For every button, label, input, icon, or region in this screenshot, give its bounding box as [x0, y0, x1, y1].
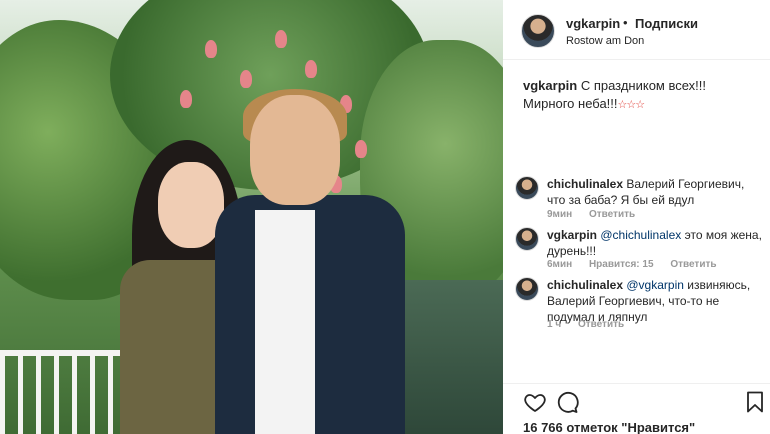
reply-button[interactable]: Ответить [589, 209, 635, 220]
author-avatar[interactable] [521, 14, 555, 48]
comment-username[interactable]: vgkarpin [547, 228, 597, 242]
comment-body: vgkarpin @chichulinalex это моя жена, ду… [547, 227, 762, 259]
comment-item: vgkarpin @chichulinalex это моя жена, ду… [515, 227, 765, 272]
post-header: vgkarpin • Подписки Rostow am Don [503, 0, 770, 60]
comment-body: chichulinalex @vgkarpin извиняюсь, Валер… [547, 277, 762, 325]
commenter-avatar[interactable] [515, 176, 539, 200]
comment-item: chichulinalex @vgkarpin извиняюсь, Валер… [515, 277, 765, 332]
comment-time[interactable]: 1 ч [547, 319, 561, 330]
commenter-avatar[interactable] [515, 277, 539, 301]
post-location[interactable]: Rostow am Don [566, 35, 644, 47]
comment-meta: 6мин Нравится: 15 Ответить [547, 259, 731, 270]
bookmark-icon[interactable] [743, 390, 767, 414]
photo-person-man [215, 89, 405, 434]
blossom [305, 60, 317, 78]
post-caption: vgkarpin С праздником всех!!! Мирного не… [523, 77, 759, 114]
blossom [275, 30, 287, 48]
reply-button[interactable]: Ответить [578, 319, 624, 330]
header-separator: • [623, 15, 628, 30]
comment-meta: 1 ч Ответить [547, 319, 638, 330]
reply-button[interactable]: Ответить [670, 259, 716, 270]
post-photo[interactable] [0, 0, 503, 434]
caption-emoji: ☆☆☆ [617, 99, 646, 111]
comment-icon[interactable] [555, 390, 579, 414]
comment-username[interactable]: chichulinalex [547, 278, 623, 292]
comment-meta: 9мин Ответить [547, 209, 649, 220]
comment-mention[interactable]: @vgkarpin [626, 278, 684, 292]
blossom [205, 40, 217, 58]
commenter-avatar[interactable] [515, 227, 539, 251]
comment-username[interactable]: chichulinalex [547, 177, 623, 191]
post-actions-bar: 16 766 отметок "Нравится" [503, 383, 770, 434]
blossom [240, 70, 252, 88]
likes-count[interactable]: 16 766 отметок "Нравится" [523, 420, 695, 434]
blossom [180, 90, 192, 108]
author-username[interactable]: vgkarpin [566, 16, 620, 31]
comment-time[interactable]: 6мин [547, 259, 572, 270]
caption-username[interactable]: vgkarpin [523, 78, 577, 93]
photo-fence [0, 350, 130, 434]
heart-icon[interactable] [523, 390, 547, 414]
comment-likes[interactable]: Нравится: 15 [589, 259, 654, 270]
post-side-panel: vgkarpin • Подписки Rostow am Don vgkarp… [503, 0, 770, 434]
comment-mention[interactable]: @chichulinalex [600, 228, 681, 242]
comment-body: chichulinalex Валерий Георгиевич, что за… [547, 176, 762, 208]
comment-item: chichulinalex Валерий Георгиевич, что за… [515, 176, 765, 221]
comment-time[interactable]: 9мин [547, 209, 572, 220]
follow-status-button[interactable]: Подписки [635, 16, 698, 31]
